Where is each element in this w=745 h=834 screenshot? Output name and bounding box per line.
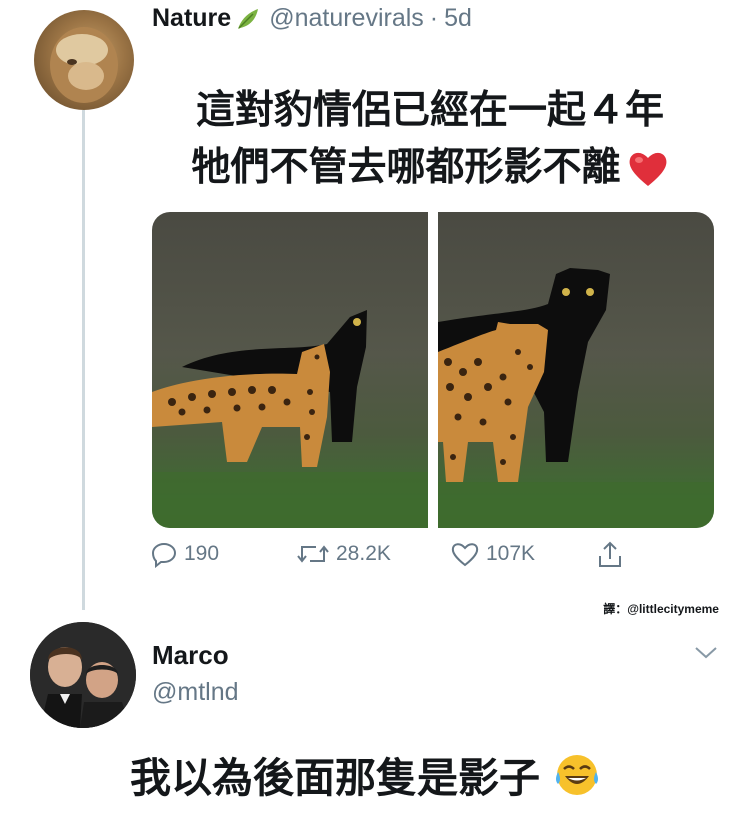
- lion-avatar-icon: [50, 27, 118, 103]
- leopards-illustration-left: [152, 310, 428, 528]
- chevron-down-icon[interactable]: [692, 642, 720, 662]
- retweet-button[interactable]: 28.2K: [296, 540, 391, 568]
- share-button[interactable]: [596, 540, 624, 570]
- retweet-count: 28.2K: [336, 542, 391, 565]
- thread-connector-line: [82, 110, 85, 610]
- leopard-pair-photo-right[interactable]: [438, 212, 714, 528]
- tweet-text-line-2: 牠們不管去哪都形影不離: [191, 145, 621, 190]
- like-count: 107K: [486, 542, 536, 565]
- leaf-icon: [238, 8, 259, 29]
- leopard-pair-photo-left[interactable]: [152, 212, 428, 528]
- reply-button[interactable]: 190: [150, 540, 219, 568]
- author-handle[interactable]: @naturevirals: [269, 4, 424, 33]
- author-name[interactable]: Nature: [152, 4, 231, 33]
- tweet-text-line-1: 這對豹情侶已經在一起４年: [195, 88, 664, 133]
- retweet-icon: [297, 545, 329, 563]
- tweet-age[interactable]: 5d: [444, 4, 472, 33]
- reply-text: 我以為後面那隻是影子: [130, 744, 600, 804]
- separator-dot: ·: [429, 4, 439, 32]
- tweet-header: Nature @naturevirals · 5d: [152, 4, 472, 33]
- reply-author-avatar[interactable]: [30, 622, 136, 728]
- tears-of-joy-icon: [556, 755, 599, 795]
- reply-text-content: 我以為後面那隻是影子: [130, 754, 540, 802]
- share-icon: [599, 541, 621, 567]
- reply-count: 190: [184, 542, 220, 565]
- author-avatar[interactable]: [34, 10, 134, 110]
- reply-author-name[interactable]: Marco: [152, 640, 229, 671]
- tweet-action-bar: 190 28.2K 107K: [150, 540, 640, 580]
- like-heart-icon: [451, 543, 479, 567]
- heart-icon: [629, 152, 666, 186]
- reply-icon: [151, 542, 177, 568]
- two-men-avatar-icon: [30, 622, 136, 728]
- like-button[interactable]: 107K: [450, 540, 535, 568]
- leopards-illustration-right: [438, 268, 714, 528]
- tweet-text: 這對豹情侶已經在一起４年 牠們不管去哪都形影不離: [150, 82, 710, 196]
- reply-author-handle[interactable]: @mtlnd: [152, 678, 239, 707]
- translator-credit: 譯：@littlecitymeme: [603, 602, 719, 616]
